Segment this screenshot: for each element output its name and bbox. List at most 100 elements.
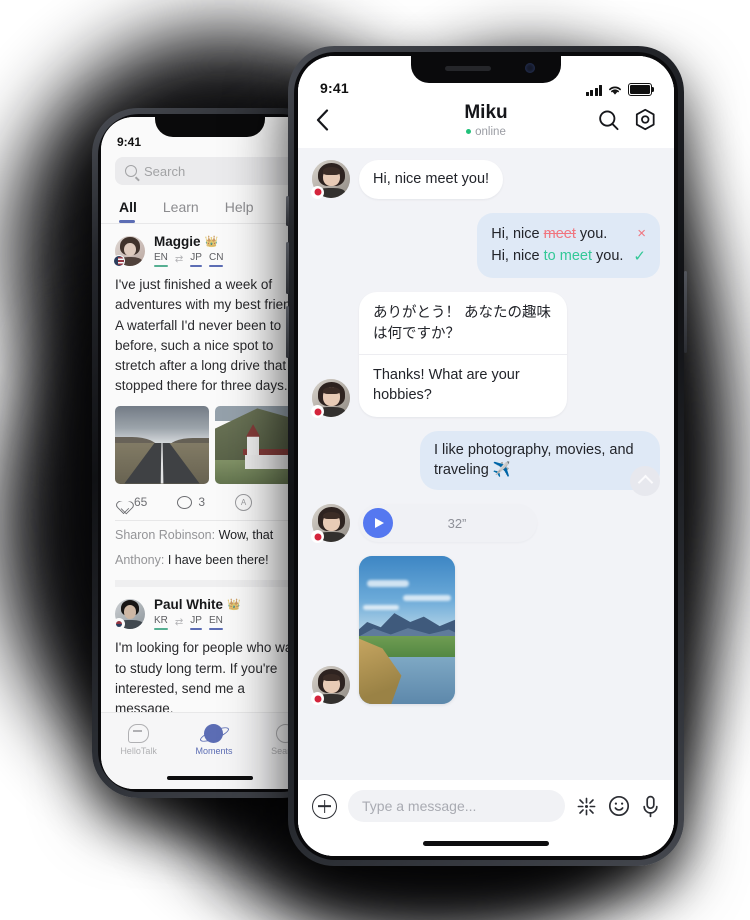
message-source-text: ありがとう！ あなたの趣味は何ですか？ [359,292,567,355]
tab-learn[interactable]: Learn [163,193,199,223]
feed-post[interactable]: Paul White 👑 KR ⇄ JP EN I'm looking for … [101,587,319,712]
correction-bubble[interactable]: Hi, nice meet you. × Hi, nice to meet yo… [477,213,660,279]
speaker-grill [445,66,491,71]
chat-bubble-icon [128,724,150,743]
power-button[interactable] [683,271,687,353]
front-home-indicator-area [298,830,674,856]
photo-message[interactable] [359,556,455,705]
exchange-icon: ⇄ [174,617,184,629]
scroll-up-button[interactable] [630,465,660,496]
volume-up-button[interactable] [285,242,289,294]
status-time: 9:41 [320,80,349,96]
online-dot-icon [466,129,472,135]
contact-status: online [374,126,598,138]
post-header: Maggie 👑 EN ⇄ JP CN [113,234,305,267]
avatar[interactable] [311,666,350,706]
voice-message-bubble[interactable]: 32” [359,504,537,543]
signal-bars-icon [585,85,602,96]
translate-button[interactable]: A [235,493,253,511]
correction-original: Hi, nice meet you. × [491,223,646,246]
message-bubble[interactable]: Hi, nice meet you! [359,159,504,200]
back-tab-bar: HelloTalk Moments Search [101,712,319,767]
volume-down-button[interactable] [285,306,289,358]
post-images [115,405,309,484]
home-indicator[interactable] [167,776,253,780]
search-icon [125,165,137,177]
voice-duration: 32” [447,515,467,531]
chat-header-left [316,109,374,131]
avatar[interactable] [311,159,350,199]
sparkle-translate-icon[interactable] [576,796,597,817]
notch [155,117,265,137]
message-row: Hi, nice meet you. × Hi, nice to meet yo… [312,213,660,279]
contact-name: Miku [464,102,508,123]
front-phone-screen: 9:41 Miku online Hi, nice meet you! Hi, … [298,56,674,856]
language-tags: KR ⇄ JP EN [154,615,241,631]
accept-icon[interactable]: ✓ [633,246,646,269]
translate-icon: A [235,493,253,511]
back-search-input[interactable]: Search [115,157,305,185]
chat-header: Miku online [298,100,674,148]
search-icon[interactable] [598,109,620,131]
avatar[interactable] [113,235,145,267]
mute-switch[interactable] [285,196,289,226]
message-composer: Type a message... [298,780,674,830]
message-list[interactable]: Hi, nice meet you! Hi, nice meet you. × [298,147,674,780]
avatar[interactable] [311,379,350,419]
correction-strike-word: meet [543,225,576,242]
scene: 9:41 Search All Learn Help Maggie 👑 EN ⇄… [0,0,750,920]
front-phone-device: 9:41 Miku online Hi, nice meet you! Hi, … [285,46,687,866]
emoji-smile-icon[interactable] [608,795,630,817]
post-separator [115,580,305,588]
post-image[interactable] [115,405,209,484]
chat-header-right [598,108,656,131]
lang-tag: KR [154,615,168,631]
back-search-placeholder: Search [144,163,186,179]
play-icon[interactable] [363,508,393,539]
post-stats: 65 3 A [115,484,305,520]
message-row: 32” [311,504,660,544]
back-home-indicator-area [101,767,319,789]
comment-icon [177,495,193,509]
correction-highlight-word: to meet [543,248,592,265]
back-status-time: 9:41 [117,135,142,149]
message-input-placeholder: Type a message... [362,798,477,814]
message-translation-text: Thanks! What are your hobbies? [373,367,520,403]
message-row [311,556,660,706]
comment-button[interactable]: 3 [177,495,205,509]
chevron-left-icon[interactable] [316,109,329,131]
post-text: I'm looking for people who want to study… [115,640,304,712]
comment-line[interactable]: Sharon Robinson: Wow, that [115,521,305,547]
exchange-icon: ⇄ [174,254,184,265]
home-indicator[interactable] [423,840,549,846]
heart-icon [115,496,128,508]
tabbar-item-moments[interactable]: Moments [195,724,232,756]
tab-all[interactable]: All [119,193,137,223]
correction-corrected-prefix: Hi, nice [491,248,544,265]
reject-icon[interactable]: × [637,223,646,246]
lang-tag: EN [208,615,223,631]
plus-circle-icon[interactable] [312,793,337,819]
message-bubble[interactable]: I like photography, movies, and travelin… [420,431,660,491]
front-camera-icon [525,63,535,73]
crown-icon: 👑 [227,599,241,612]
settings-hexagon-icon[interactable] [634,108,656,131]
translated-message-bubble[interactable]: ありがとう！ あなたの趣味は何ですか？ Thanks! What are you… [359,292,567,418]
battery-icon [628,83,655,96]
moments-feed[interactable]: Maggie 👑 EN ⇄ JP CN I've just finished a… [101,224,319,712]
status-icons [585,83,655,96]
post-header: Paul White 👑 KR ⇄ JP EN [113,597,305,631]
chevron-up-icon [637,474,653,491]
comment-line[interactable]: Anthony: I have been there! [115,546,305,572]
tabbar-label: Moments [195,746,233,756]
tabbar-item-hellotalk[interactable]: HelloTalk [120,724,157,756]
microphone-icon[interactable] [641,795,660,818]
tab-help[interactable]: Help [225,193,254,223]
avatar[interactable] [113,598,145,630]
message-input[interactable]: Type a message... [348,790,565,822]
post-text: I've just finished a week of adventures … [115,277,302,394]
tabbar-label: HelloTalk [120,746,157,756]
like-button[interactable]: 65 [115,495,147,509]
avatar[interactable] [311,504,350,544]
lang-tag: JP [190,252,202,267]
